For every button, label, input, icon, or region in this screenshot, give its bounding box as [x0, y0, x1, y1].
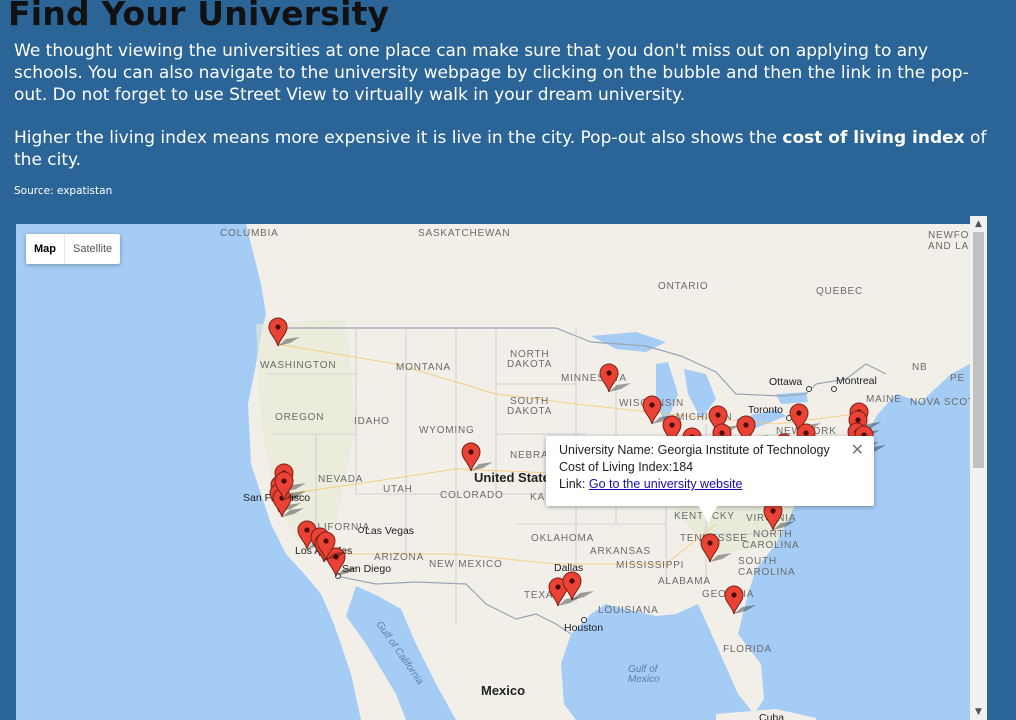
- university-map[interactable]: COLUMBIA SASKATCHEWAN NEWFOU AND LA ONTA…: [16, 224, 970, 720]
- label-new-mexico: NEW MEXICO: [429, 559, 503, 570]
- label-south-carolina: SOUTH: [738, 556, 777, 567]
- label-cuba: Cuba: [759, 712, 784, 720]
- popup-university-label: University Name:: [559, 443, 655, 457]
- label-north-carolina: NORTH: [753, 529, 792, 540]
- living-index-text: Higher the living index means more expen…: [14, 128, 783, 148]
- dot-ottawa: [806, 386, 812, 392]
- dot-montreal: [831, 386, 837, 392]
- popup-cost-label: Cost of Living Index:: [559, 460, 673, 474]
- label-montana: MONTANA: [396, 362, 451, 373]
- marker-center-dot: [606, 370, 612, 376]
- label-south-dakota-2: DAKOTA: [507, 406, 552, 417]
- page-title: Find Your University: [8, 0, 390, 33]
- label-colorado: COLORADO: [440, 490, 504, 501]
- map-type-map-button[interactable]: Map: [26, 234, 65, 264]
- label-utah: UTAH: [383, 484, 413, 495]
- popup-university-row: University Name: Georgia Institute of Te…: [559, 443, 830, 457]
- popup-link-label: Link:: [559, 477, 586, 491]
- marker-center-dot: [770, 508, 776, 514]
- marker-center-dot: [569, 578, 575, 584]
- label-british-columbia: COLUMBIA: [220, 228, 279, 239]
- map-type-control[interactable]: Map Satellite: [26, 234, 121, 264]
- popup-cost-row: Cost of Living Index:184: [559, 460, 693, 474]
- label-nevada: NEVADA: [318, 474, 363, 485]
- label-arizona: ARIZONA: [374, 552, 424, 563]
- label-nb: NB: [912, 362, 928, 373]
- marker-center-dot: [707, 540, 713, 546]
- scroll-up-arrow-icon[interactable]: ▲: [970, 216, 987, 232]
- marker-center-dot: [796, 410, 802, 416]
- close-icon[interactable]: ✕: [851, 440, 864, 460]
- label-saskatchewan: SASKATCHEWAN: [418, 228, 510, 239]
- marker-center-dot: [715, 412, 721, 418]
- marker-center-dot: [281, 478, 287, 484]
- marker-center-dot: [649, 402, 655, 408]
- label-north-dakota-2: DAKOTA: [507, 359, 552, 370]
- marker-center-dot: [323, 538, 329, 544]
- marker-center-dot: [304, 527, 310, 533]
- label-las-vegas: Las Vegas: [365, 525, 414, 537]
- map-type-satellite-button[interactable]: Satellite: [65, 234, 120, 264]
- marker-center-dot: [731, 592, 737, 598]
- label-ontario: ONTARIO: [658, 281, 708, 292]
- source-note: Source: expatistan: [14, 185, 113, 197]
- living-index-paragraph: Higher the living index means more expen…: [14, 127, 994, 171]
- label-united-states: United States: [474, 470, 557, 485]
- label-nebraska: NEBRA: [510, 450, 548, 461]
- label-washington: WASHINGTON: [260, 360, 336, 371]
- label-houston: Houston: [564, 622, 603, 634]
- label-toronto: Toronto: [748, 404, 783, 416]
- intro-paragraph: We thought viewing the universities at o…: [14, 41, 969, 105]
- label-wyoming: WYOMING: [419, 425, 475, 436]
- label-montreal: Montreal: [836, 375, 877, 387]
- marker-center-dot: [669, 422, 675, 428]
- label-arkansas: ARKANSAS: [590, 546, 651, 557]
- scrollbar-thumb[interactable]: [973, 232, 984, 468]
- popup-link-row: Link: Go to the university website: [559, 477, 742, 491]
- label-newfoundland2: AND LA: [928, 241, 969, 252]
- university-info-popup[interactable]: University Name: Georgia Institute of Te…: [546, 436, 874, 523]
- label-ottawa: Ottawa: [769, 376, 802, 388]
- label-mexico: Mexico: [481, 683, 525, 698]
- label-alabama: ALABAMA: [658, 576, 711, 587]
- marker-center-dot: [555, 584, 561, 590]
- university-website-link[interactable]: Go to the university website: [589, 477, 743, 491]
- label-mississippi: MISSISSIPPI: [616, 560, 684, 571]
- label-florida: FLORIDA: [723, 644, 772, 655]
- dot-las-vegas: [358, 527, 364, 533]
- label-newfoundland: NEWFOU: [928, 230, 970, 241]
- popup-tail: [698, 505, 718, 523]
- marker-center-dot: [275, 324, 281, 330]
- popup-university-value: Georgia Institute of Technology: [657, 443, 830, 457]
- label-quebec: QUEBEC: [816, 286, 863, 297]
- marker-center-dot: [803, 430, 809, 436]
- marker-center-dot: [855, 417, 861, 423]
- marker-center-dot: [743, 422, 749, 428]
- page-scrollbar[interactable]: ▲ ▼: [970, 216, 987, 720]
- label-north-carolina-2: CAROLINA: [742, 540, 800, 551]
- label-maine: MAINE: [866, 394, 902, 405]
- label-idaho: IDAHO: [354, 416, 390, 427]
- label-oregon: OREGON: [275, 412, 324, 423]
- popup-cost-value: 184: [672, 460, 694, 474]
- label-louisiana: LOUISIANA: [598, 605, 659, 616]
- marker-center-dot: [719, 430, 725, 436]
- label-kansas: KA: [530, 492, 545, 503]
- label-pe: PE: [950, 373, 965, 384]
- scroll-down-arrow-icon[interactable]: ▼: [970, 704, 987, 720]
- label-gulf-of-mexico-2: Mexico: [628, 674, 660, 685]
- living-index-bold: cost of living index: [782, 128, 965, 148]
- label-nova-scotia: NOVA SCOT: [910, 397, 970, 408]
- label-south-carolina-2: CAROLINA: [738, 567, 796, 578]
- label-oklahoma: OKLAHOMA: [531, 533, 594, 544]
- marker-center-dot: [468, 449, 474, 455]
